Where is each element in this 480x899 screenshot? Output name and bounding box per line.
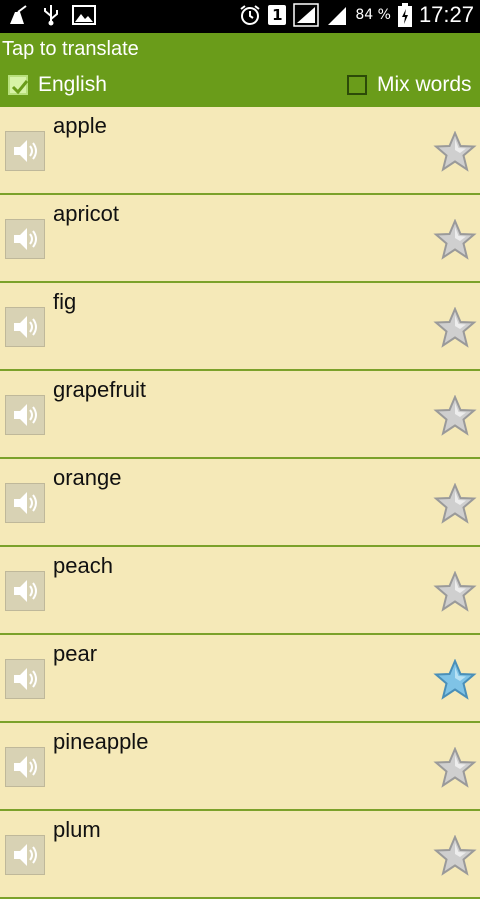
list-item[interactable]: fig: [0, 283, 480, 371]
word-label[interactable]: apricot: [53, 201, 119, 227]
speaker-icon[interactable]: [5, 571, 45, 611]
sim-icon: 1: [268, 5, 287, 25]
image-icon: [72, 5, 96, 25]
word-label[interactable]: fig: [53, 289, 76, 315]
english-checkbox[interactable]: English: [8, 73, 107, 97]
checkbox-checked-icon[interactable]: [8, 75, 29, 95]
star-icon[interactable]: [433, 306, 477, 353]
speaker-icon[interactable]: [5, 483, 45, 523]
usb-icon: [44, 5, 58, 26]
english-label: English: [38, 73, 107, 96]
list-item[interactable]: peach: [0, 547, 480, 635]
star-icon[interactable]: [433, 746, 477, 793]
mix-words-checkbox[interactable]: Mix words: [347, 73, 472, 97]
list-item[interactable]: apricot: [0, 195, 480, 283]
word-label[interactable]: peach: [53, 553, 113, 579]
speaker-icon[interactable]: [5, 219, 45, 259]
signal-icon: [328, 7, 347, 25]
speaker-icon[interactable]: [5, 747, 45, 787]
word-label[interactable]: orange: [53, 465, 122, 491]
list-item[interactable]: orange: [0, 459, 480, 547]
list-item[interactable]: apple: [0, 107, 480, 195]
alarm-icon: [240, 5, 260, 25]
battery-percent: 84 %: [355, 7, 391, 23]
star-filled-icon[interactable]: [433, 658, 477, 705]
battery-charging-icon: [397, 3, 412, 27]
speaker-icon[interactable]: [5, 395, 45, 435]
mix-words-label: Mix words: [377, 73, 472, 96]
status-bar: 1 84 % 17:27: [0, 0, 480, 33]
star-icon[interactable]: [433, 570, 477, 617]
word-label[interactable]: pineapple: [53, 729, 148, 755]
speaker-icon[interactable]: [5, 131, 45, 171]
speaker-icon[interactable]: [5, 307, 45, 347]
list-item[interactable]: plum: [0, 811, 480, 899]
star-icon[interactable]: [433, 130, 477, 177]
word-list: apple apricot fig grapefruit orange peach pear…: [0, 107, 480, 899]
clock: 17:27: [418, 2, 474, 27]
checkbox-unchecked-icon[interactable]: [347, 75, 367, 95]
list-item[interactable]: pineapple: [0, 723, 480, 811]
word-label[interactable]: plum: [53, 817, 101, 843]
word-label[interactable]: pear: [53, 641, 97, 667]
star-icon[interactable]: [433, 482, 477, 529]
star-icon[interactable]: [433, 218, 477, 265]
word-label[interactable]: apple: [53, 113, 107, 139]
header-bar: Tap to translate English Mix words: [0, 33, 480, 107]
word-label[interactable]: grapefruit: [53, 377, 146, 403]
list-item[interactable]: grapefruit: [0, 371, 480, 459]
signal-icon: [293, 3, 320, 27]
list-item[interactable]: pear: [0, 635, 480, 723]
page-title[interactable]: Tap to translate: [2, 38, 139, 61]
star-icon[interactable]: [433, 394, 477, 441]
speaker-icon[interactable]: [5, 835, 45, 875]
cleaner-icon: [10, 5, 27, 24]
speaker-icon[interactable]: [5, 659, 45, 699]
star-icon[interactable]: [433, 834, 477, 881]
